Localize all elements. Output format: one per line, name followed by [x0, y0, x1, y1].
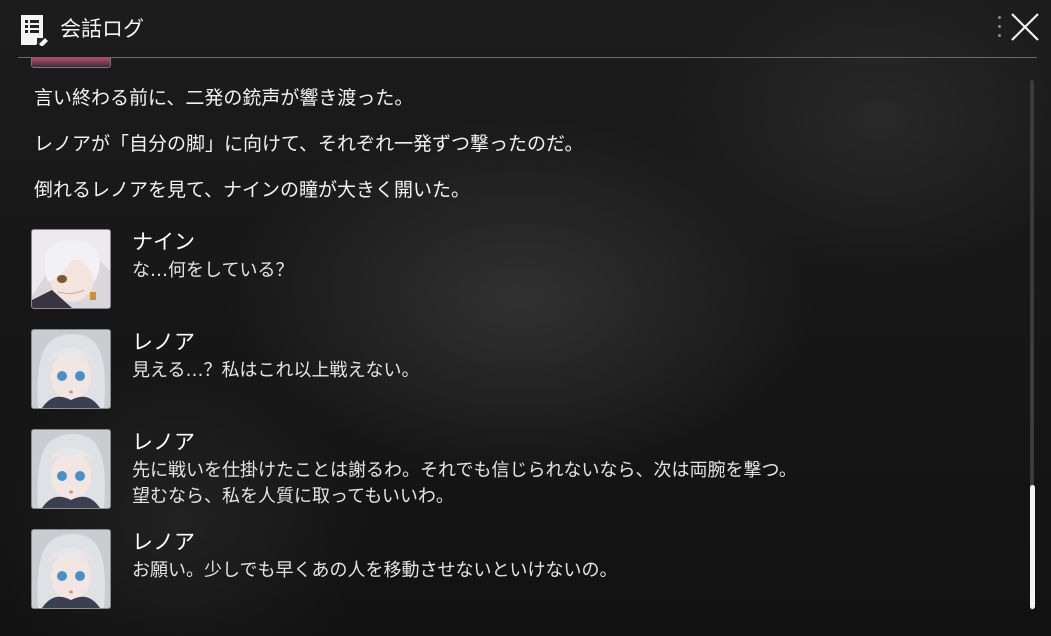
dialog-header: 会話ログ	[0, 0, 1051, 58]
narration-line: レノアが「自分の脚」に向けて、それぞれ一発ずつ撃ったのだ。	[34, 133, 584, 155]
narration-line: 倒れるレノアを見て、ナインの瞳が大きく開いた。	[34, 179, 471, 201]
dialogue-line: 望むなら、私を人質に取ってもいいわ。	[132, 486, 454, 507]
dialogue-line: な…何をしている？	[132, 260, 294, 281]
speaker-name: レノア	[132, 330, 195, 354]
speaker-name: ナイン	[132, 230, 195, 254]
scrollbar-thumb[interactable]	[1030, 485, 1035, 609]
avatar	[31, 529, 111, 609]
log-icon	[21, 15, 48, 46]
avatar-partial	[31, 58, 111, 68]
avatar	[31, 329, 111, 409]
dialog-title: 会話ログ	[60, 17, 144, 41]
dialogue-line: 先に戦いを仕掛けたことは謝るわ。それでも信じられないなら、次は両腕を撃つ。	[132, 460, 797, 481]
more-vertical-icon[interactable]	[997, 16, 1003, 42]
narration-line: 言い終わる前に、二発の銃声が響き渡った。	[34, 87, 414, 109]
speaker-name: レノア	[132, 430, 195, 454]
close-icon	[1011, 13, 1039, 41]
avatar	[31, 229, 111, 309]
speaker-name: レノア	[132, 530, 195, 554]
close-button[interactable]	[1008, 10, 1042, 44]
log-scroll-area[interactable]: 言い終わる前に、二発の銃声が響き渡った。 レノアが「自分の脚」に向けて、それぞれ…	[0, 58, 1020, 636]
dialogue-line: 見える…？私はこれ以上戦えない。	[132, 360, 420, 381]
avatar	[31, 429, 111, 509]
dialogue-line: お願い。少しでも早くあの人を移動させないといけないの。	[132, 560, 618, 581]
